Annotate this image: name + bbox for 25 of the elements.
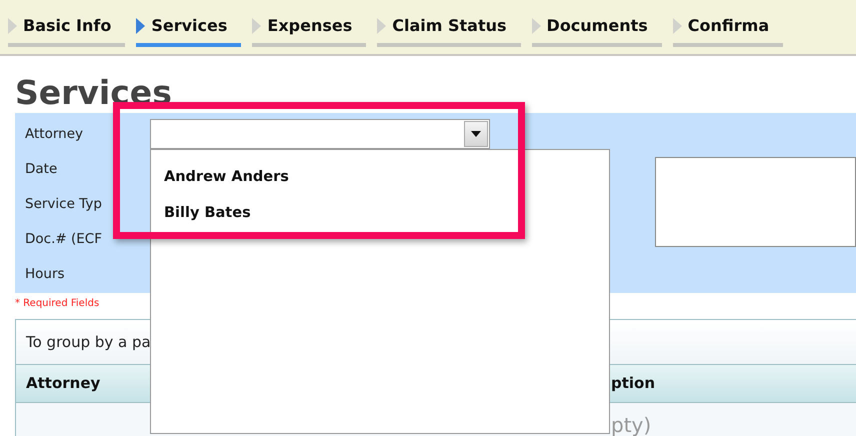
column-header[interactable]: ption (611, 365, 856, 402)
tab[interactable]: Expenses (252, 16, 366, 47)
text-area[interactable] (655, 157, 856, 247)
triangle-icon (252, 18, 262, 34)
empty-message: pty) (611, 415, 652, 435)
tab[interactable]: Services (136, 16, 242, 47)
field-label: Date (24, 160, 58, 176)
tab[interactable]: Basic Info (8, 16, 126, 47)
tab[interactable]: Claim Status (377, 16, 521, 47)
dropdown-option[interactable]: Billy Bates (151, 195, 609, 231)
attorney-select[interactable] (150, 118, 490, 148)
triangle-icon (136, 18, 146, 34)
field-label: Hours (24, 266, 66, 282)
dropdown-option[interactable]: Andrew Anders (151, 159, 609, 195)
triangle-icon (672, 18, 682, 34)
caret-icon (471, 130, 481, 136)
tab[interactable]: Documents (532, 16, 662, 47)
field-label: Doc.# (ECF (24, 230, 103, 246)
triangle-icon (377, 18, 386, 34)
field-label: Attorney (24, 126, 84, 142)
triangle-icon (8, 18, 17, 34)
triangle-icon (532, 18, 541, 34)
required-note: * Required Fields (15, 297, 100, 311)
field-label: Service Typ (24, 196, 103, 212)
tab[interactable]: Confirma (672, 16, 784, 47)
